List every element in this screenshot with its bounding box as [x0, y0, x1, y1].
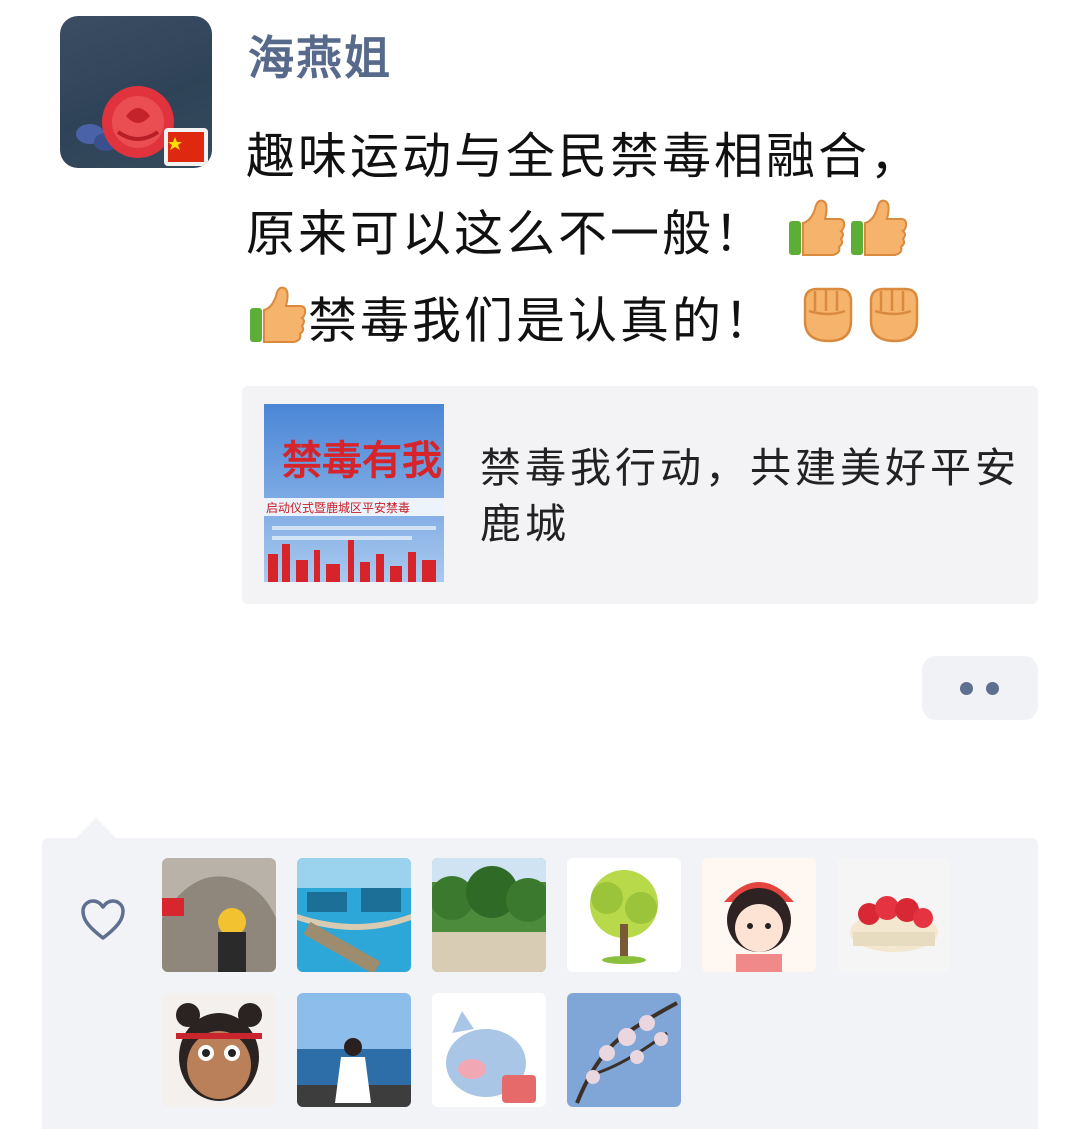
heart-icon: [80, 898, 126, 942]
fist-icon: [795, 281, 861, 369]
liker-avatar-6[interactable]: [837, 858, 951, 972]
liker-avatar-9[interactable]: [432, 993, 546, 1107]
liker-avatar-10[interactable]: [567, 993, 681, 1107]
thumbnail-subline-text: 启动仪式暨鹿城区平安禁毒: [266, 500, 410, 515]
more-dots-button[interactable]: [922, 656, 1038, 720]
author-avatar[interactable]: [60, 16, 212, 168]
likes-panel-pointer: [74, 818, 118, 840]
fist-icon: [861, 281, 927, 369]
liker-avatar-5[interactable]: [702, 858, 816, 972]
post-text-line3: 禁毒我们是认真的！: [308, 292, 777, 350]
link-thumbnail: 禁毒有我 启动仪式暨鹿城区平安禁毒: [264, 404, 444, 582]
post-text-line2: 原来可以这么不一般！: [246, 205, 767, 263]
liker-avatar-3[interactable]: [432, 858, 546, 972]
liker-avatar-8[interactable]: [297, 993, 411, 1107]
author-name[interactable]: 海燕姐: [248, 22, 392, 88]
more-dots-icon: [960, 682, 973, 695]
thumbs-up-icon: [246, 282, 308, 368]
thumbnail-banner-text: 禁毒有我: [282, 437, 442, 484]
post-body: 趣味运动与全民禁毒相融合， 原来可以这么不一般！ 禁毒我们是认真的！: [246, 118, 1046, 369]
more-dots-icon: [986, 682, 999, 695]
liker-avatar-1[interactable]: [162, 858, 276, 972]
liker-avatar-2[interactable]: [297, 858, 411, 972]
liker-avatar-4[interactable]: [567, 858, 681, 972]
liker-avatar-7[interactable]: [162, 993, 276, 1107]
thumbs-up-icon: [847, 195, 909, 281]
thumbs-up-icon: [785, 195, 847, 281]
shared-link-card[interactable]: 禁毒有我 启动仪式暨鹿城区平安禁毒 禁毒我行动，共建美好平安鹿城: [242, 386, 1038, 604]
link-title: 禁毒我行动，共建美好平安鹿城: [480, 444, 1020, 548]
post-text-line1: 趣味运动与全民禁毒相融合，: [246, 128, 923, 185]
